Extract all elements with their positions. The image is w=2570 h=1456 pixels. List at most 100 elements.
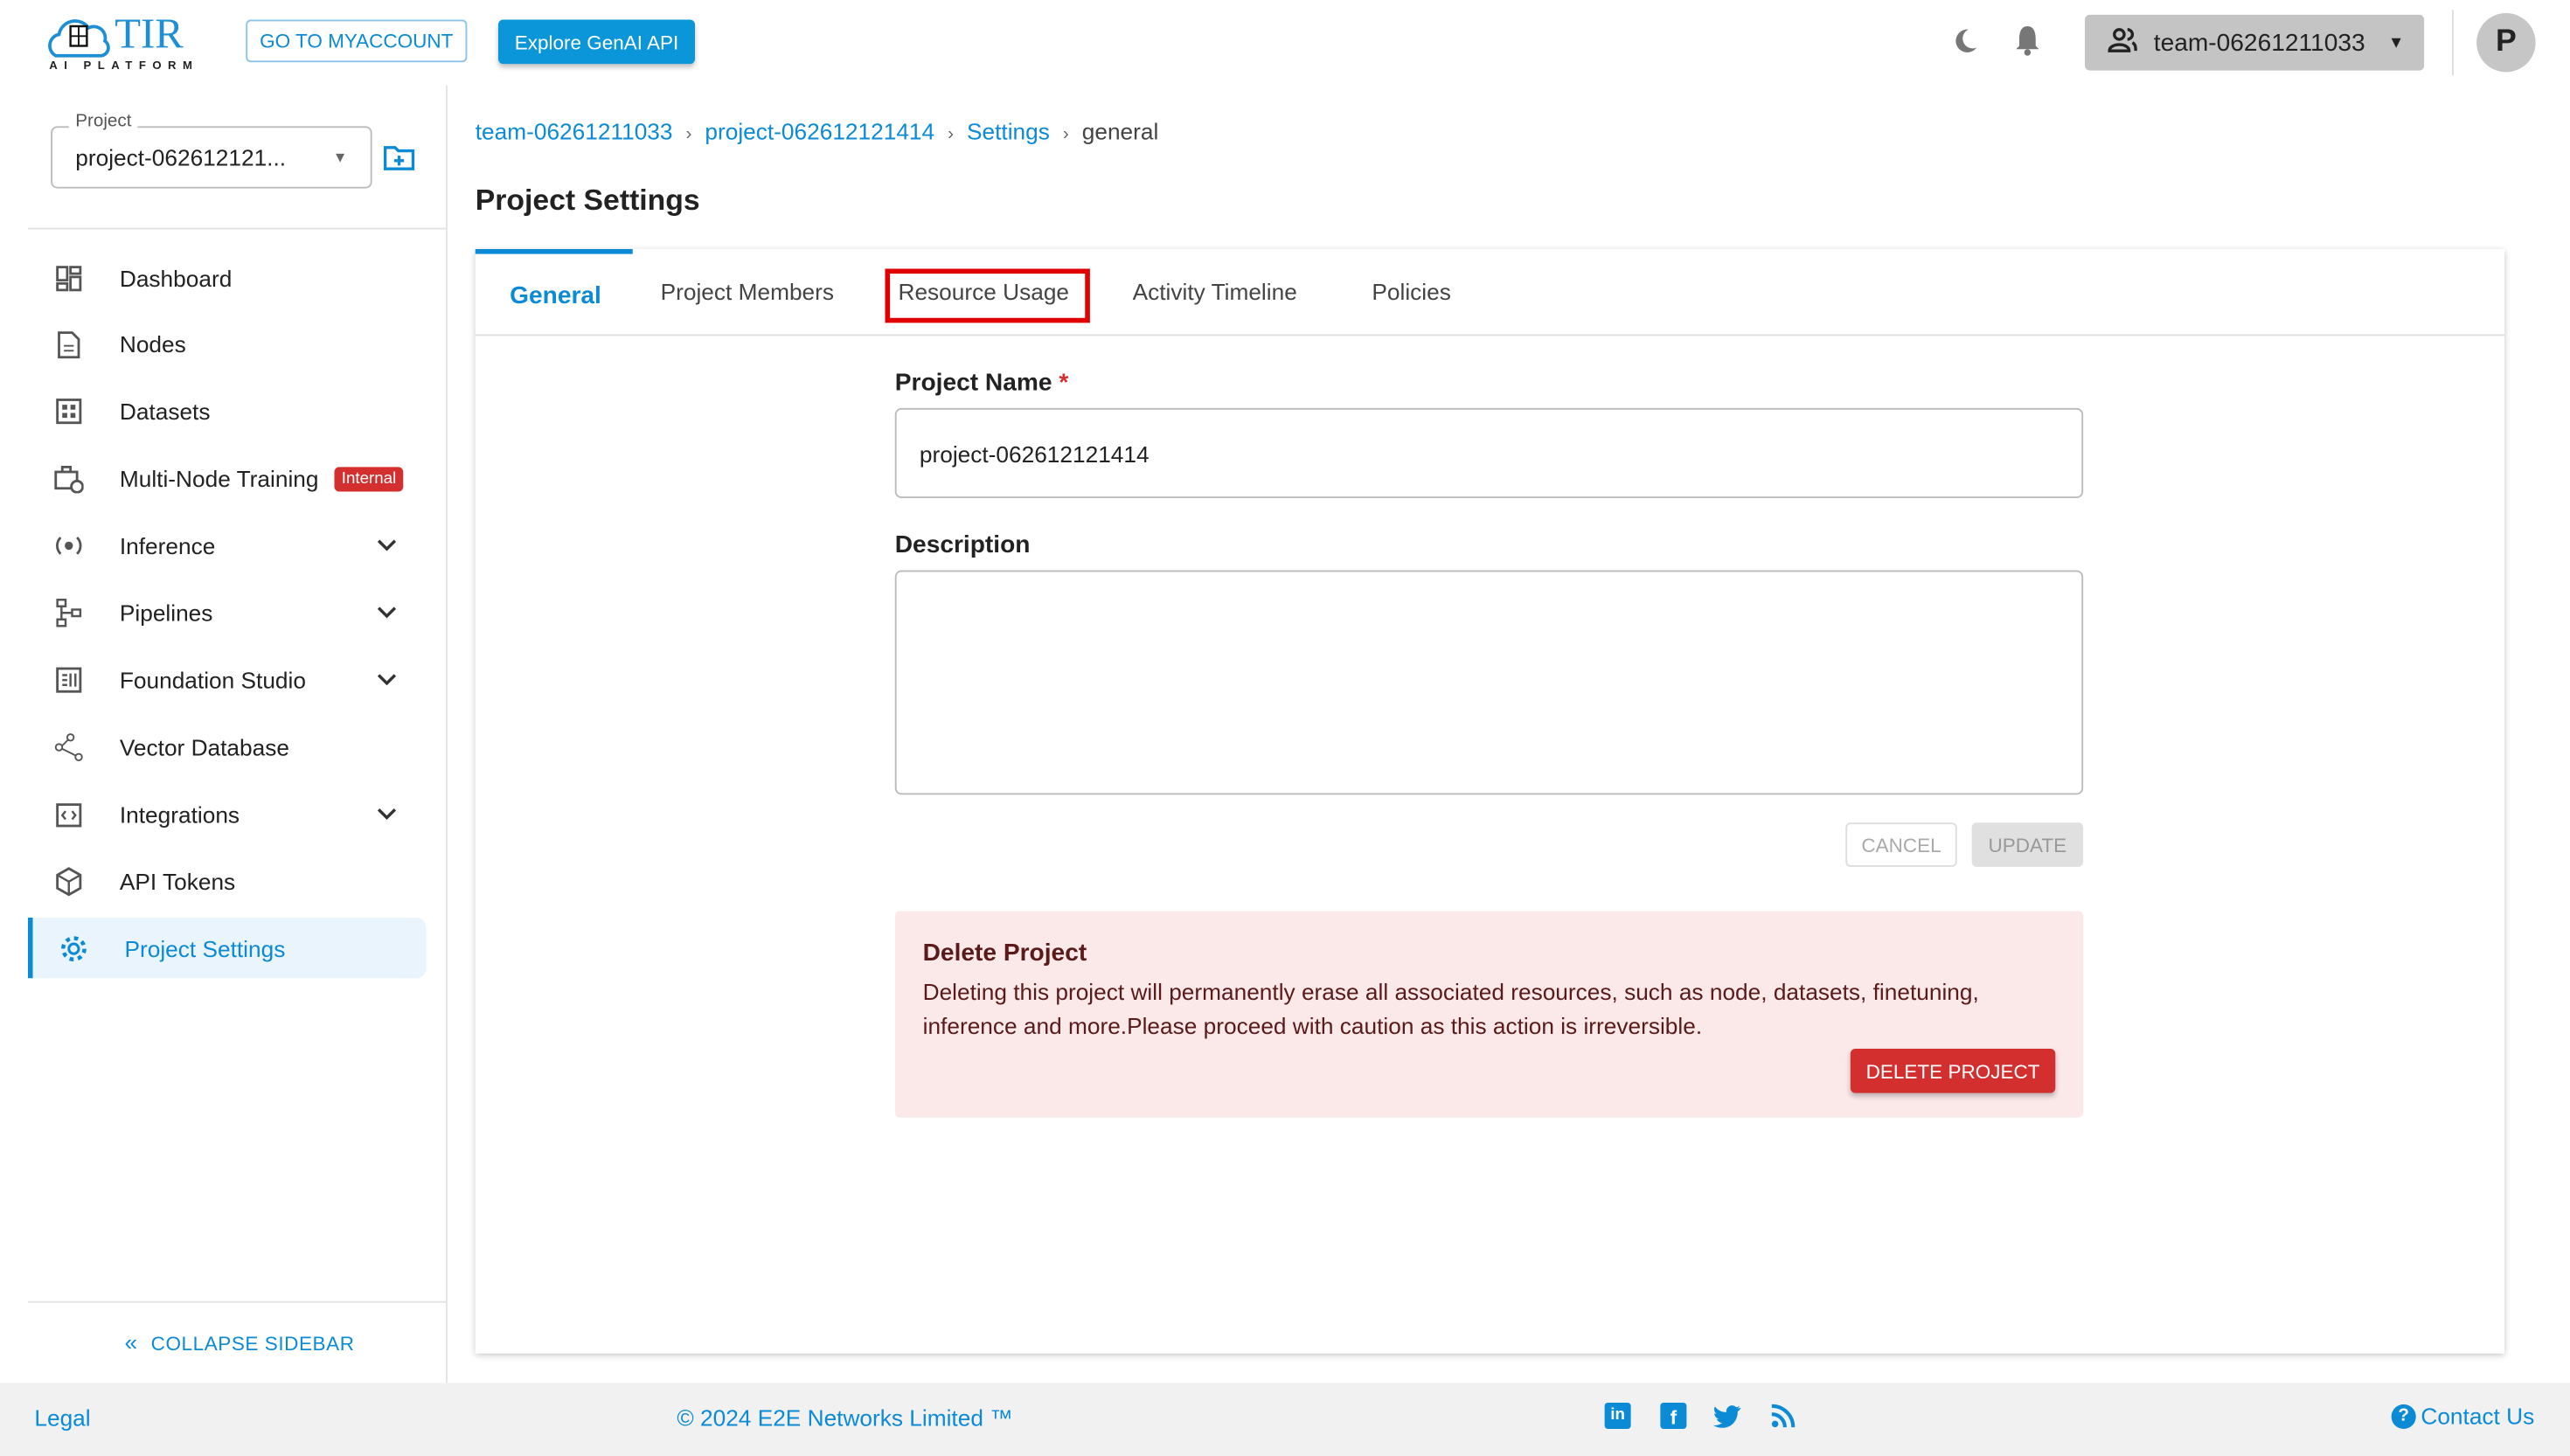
briefcase-clock-icon xyxy=(54,464,84,494)
sidebar-item-label: Foundation Studio xyxy=(119,666,306,693)
sidebar-item-label: Integrations xyxy=(119,801,240,828)
sidebar-item-multi-node-training[interactable]: Multi-Node Training Internal xyxy=(28,448,427,509)
file-icon xyxy=(54,330,84,360)
delete-project-panel: Delete Project Deleting this project wil… xyxy=(894,911,2084,1118)
collapse-label: COLLAPSE SIDEBAR xyxy=(150,1332,355,1355)
sidebar-item-foundation-studio[interactable]: Foundation Studio xyxy=(28,649,427,710)
tab-policies[interactable]: Policies xyxy=(1372,279,1450,305)
team-name: team-06261211033 xyxy=(2153,28,2365,57)
cancel-button[interactable]: CANCEL xyxy=(1845,822,1957,867)
project-name-input[interactable]: project-062612121414 xyxy=(894,407,2084,498)
rss-icon[interactable] xyxy=(1770,1403,1796,1434)
add-folder-icon[interactable] xyxy=(383,144,415,176)
facebook-icon[interactable]: f xyxy=(1660,1403,1687,1429)
double-chevron-left-icon: « xyxy=(124,1328,138,1355)
divider xyxy=(2452,10,2454,76)
logo-subtitle: AI PLATFORM xyxy=(49,60,199,73)
divider xyxy=(27,227,446,230)
sidebar-item-label: Datasets xyxy=(119,399,211,426)
inference-icon xyxy=(54,531,84,561)
studio-icon xyxy=(54,665,84,695)
go-to-myaccount-button[interactable]: GO TO MYACCOUNT xyxy=(246,19,468,63)
sidebar-item-integrations[interactable]: Integrations xyxy=(28,784,427,844)
breadcrumb-current: general xyxy=(1081,118,1159,144)
sidebar-item-label: Multi-Node Training xyxy=(119,465,319,492)
avatar[interactable]: P xyxy=(2476,13,2536,73)
legal-link[interactable]: Legal xyxy=(34,1404,90,1431)
token-icon xyxy=(54,866,84,896)
sidebar-item-nodes[interactable]: Nodes xyxy=(28,315,427,375)
contact-us-label: Contact Us xyxy=(2421,1403,2535,1429)
chevron-down-icon[interactable] xyxy=(377,534,397,557)
caret-down-icon: ▼ xyxy=(2387,33,2405,52)
pipeline-icon xyxy=(54,598,84,627)
sidebar-item-datasets[interactable]: Datasets xyxy=(28,381,427,441)
sidebar-item-label: Project Settings xyxy=(124,934,286,961)
copyright: © 2024 E2E Networks Limited ™ xyxy=(677,1404,1013,1431)
internal-badge: Internal xyxy=(335,466,403,491)
contact-us-link[interactable]: ? Contact Us xyxy=(2391,1403,2535,1429)
tab-project-members[interactable]: Project Members xyxy=(661,279,834,305)
sidebar-item-api-tokens[interactable]: API Tokens xyxy=(28,850,427,911)
tab-general[interactable]: General xyxy=(510,282,601,310)
sidebar-item-project-settings[interactable]: Project Settings xyxy=(27,918,427,979)
sidebar-item-dashboard[interactable]: Dashboard xyxy=(28,247,427,308)
update-button[interactable]: UPDATE xyxy=(1971,822,2084,867)
description-textarea[interactable] xyxy=(894,570,2084,795)
sidebar-item-vector-database[interactable]: Vector Database xyxy=(28,717,427,777)
caret-down-icon: ▼ xyxy=(332,149,348,166)
help-circle-icon: ? xyxy=(2391,1403,2416,1429)
dashboard-icon xyxy=(54,263,84,293)
project-select[interactable]: project-062612121... ▼ xyxy=(51,126,372,189)
logo-text: TIR xyxy=(115,10,184,58)
required-mark: * xyxy=(1059,368,1069,397)
explore-genai-api-button[interactable]: Explore GenAI API xyxy=(498,19,695,65)
integration-icon xyxy=(54,799,84,829)
breadcrumb: team-06261211033 › project-062612121414 › Se… xyxy=(475,118,1159,144)
team-users-icon xyxy=(2108,26,2137,59)
project-label: Project xyxy=(68,111,138,131)
delete-project-description: Deleting this project will permanently e… xyxy=(922,978,1979,1039)
sidebar-item-inference[interactable]: Inference xyxy=(28,516,427,576)
tab-bar: General Project Members Resource Usage A… xyxy=(475,249,2504,336)
gear-icon xyxy=(59,933,89,963)
notification-bell-icon[interactable] xyxy=(2014,24,2040,62)
chevron-down-icon[interactable] xyxy=(377,601,397,624)
breadcrumb-project[interactable]: project-062612121414 xyxy=(705,118,934,144)
sidebar-item-label: Vector Database xyxy=(119,733,289,760)
delete-project-title: Delete Project xyxy=(922,939,1087,967)
collapse-sidebar-button[interactable]: « COLLAPSE SIDEBAR xyxy=(125,1329,355,1355)
active-tab-indicator xyxy=(475,249,633,254)
vector-icon xyxy=(54,732,84,762)
settings-card: General Project Members Resource Usage A… xyxy=(475,249,2504,1354)
delete-project-button[interactable]: DELETE PROJECT xyxy=(1850,1049,2056,1093)
twitter-icon[interactable] xyxy=(1712,1403,1742,1434)
chevron-down-icon[interactable] xyxy=(377,802,397,825)
sidebar-item-label: Pipelines xyxy=(119,600,213,627)
team-selector[interactable]: team-06261211033 ▼ xyxy=(2085,14,2425,71)
dark-mode-moon-icon[interactable] xyxy=(1950,26,1980,60)
description-label: Description xyxy=(894,530,1031,559)
project-name-label: Project Name * xyxy=(895,369,1069,397)
sidebar-item-label: Dashboard xyxy=(119,264,233,291)
tir-logo[interactable]: TIR AI PLATFORM xyxy=(46,10,211,75)
top-bar: TIR AI PLATFORM GO TO MYACCOUNT Explore … xyxy=(0,0,2570,86)
project-name-value: project-062612121414 xyxy=(919,440,1150,467)
page-title: Project Settings xyxy=(475,184,700,217)
footer: Legal © 2024 E2E Networks Limited ™ in f… xyxy=(0,1383,2570,1456)
chevron-down-icon[interactable] xyxy=(377,669,397,691)
tab-resource-usage[interactable]: Resource Usage xyxy=(899,279,1070,305)
sidebar-item-label: API Tokens xyxy=(119,867,236,894)
linkedin-icon[interactable]: in xyxy=(1604,1403,1631,1429)
divider xyxy=(27,1300,446,1303)
sidebar-item-pipelines[interactable]: Pipelines xyxy=(28,583,427,643)
sidebar-item-label: Nodes xyxy=(119,331,186,358)
breadcrumb-team[interactable]: team-06261211033 xyxy=(476,118,673,144)
grid-icon xyxy=(54,397,84,426)
sidebar-item-label: Inference xyxy=(119,532,216,559)
project-select-value: project-062612121... xyxy=(75,144,287,170)
label-text: Project Name xyxy=(894,368,1052,397)
tab-activity-timeline[interactable]: Activity Timeline xyxy=(1133,279,1297,305)
sidebar: project-062612121... ▼ Project Dashboard N… xyxy=(0,85,448,1383)
breadcrumb-settings[interactable]: Settings xyxy=(967,118,1050,144)
